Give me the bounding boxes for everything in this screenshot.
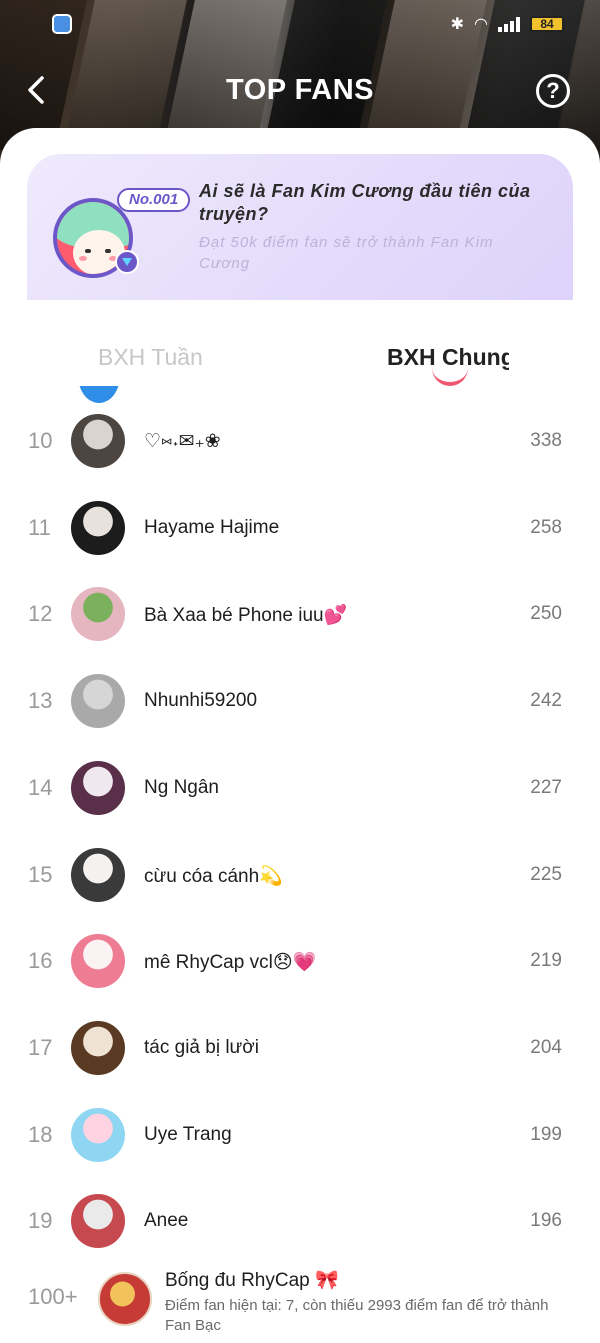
table-row[interactable]: 13 Nhunhi59200 242 <box>0 657 600 743</box>
rank-badge: No.001 <box>117 188 191 212</box>
top-app-bar: TOP FANS ? <box>0 60 600 124</box>
fan-score: 338 <box>530 430 562 451</box>
rank-number: 19 <box>28 1208 53 1234</box>
avatar[interactable] <box>71 587 125 642</box>
fan-score: 225 <box>530 863 562 885</box>
my-rank-bar: 100+ Bống đu RhyCap 🎀 Điểm fan hiện tại:… <box>0 1256 600 1343</box>
banner-headline: Ai sẽ là Fan Kim Cương đầu tiên của truy… <box>199 181 531 224</box>
rank-number: 14 <box>28 774 53 800</box>
fan-name: cừu cóa cánh💫 <box>144 865 283 887</box>
table-row[interactable]: 10 ♡⑅˖✉︎₊❀ 338 <box>0 397 600 483</box>
avatar[interactable] <box>71 674 125 729</box>
table-row[interactable]: 19 Anee 196 <box>0 1177 600 1256</box>
status-bar: ✱ ◠ 84 <box>0 0 600 54</box>
fan-name: tác giả bị lười <box>144 1036 259 1058</box>
avatar[interactable] <box>71 847 125 902</box>
fan-score: 199 <box>530 1123 562 1145</box>
my-progress-text: Điểm fan hiện tại: 7, còn thiếu 2993 điể… <box>165 1297 549 1334</box>
tab-weekly[interactable]: BXH Tuần <box>98 344 203 371</box>
bluetooth-icon: ✱ <box>450 16 465 33</box>
fan-score: 258 <box>530 516 562 538</box>
avatar[interactable] <box>71 1107 125 1162</box>
fan-name: Hayame Hajime <box>144 516 280 538</box>
ranking-tabs: BXH Tuần BXH Chung <box>0 328 600 388</box>
fan-name: ♡⑅˖✉︎₊❀ <box>144 431 221 452</box>
fan-name: Uye Trang <box>144 1123 232 1145</box>
table-row[interactable]: 17 tác giả bị lười 204 <box>0 1004 600 1090</box>
fan-score: 204 <box>530 1036 562 1058</box>
fan-name: Ng Ngân <box>144 776 219 798</box>
table-row[interactable]: 12 Bà Xaa bé Phone iuu💕 250 <box>0 570 600 656</box>
battery-icon: 84 <box>530 16 564 32</box>
content-sheet: No.001 Ai sẽ là Fan Kim Cương đầu tiên c… <box>0 128 600 1343</box>
avatar[interactable] <box>71 414 125 468</box>
active-tab-indicator <box>432 368 468 386</box>
table-row[interactable]: 16 mê RhyCap vcl😞💗 219 <box>0 917 600 1003</box>
table-row[interactable]: 11 Hayame Hajime 258 <box>0 484 600 570</box>
table-row[interactable]: 14 Ng Ngân 227 <box>0 744 600 830</box>
rank-number: 17 <box>28 1034 53 1060</box>
signal-icon <box>498 16 520 32</box>
rank-number: 12 <box>28 601 53 627</box>
banner-subtext: Đạt 50k điểm fan sẽ trở thành Fan Kim Cư… <box>199 234 494 272</box>
my-avatar[interactable] <box>98 1272 152 1326</box>
leaderboard-list[interactable]: 10 ♡⑅˖✉︎₊❀ 338 11 Hayame Hajime 258 12 Bà Xaa b… <box>0 386 600 1256</box>
avatar[interactable] <box>71 1194 125 1249</box>
fan-score: 242 <box>530 690 562 712</box>
rank-number: 10 <box>28 428 53 453</box>
fan-name: mê RhyCap vcl😞💗 <box>144 952 317 974</box>
fan-score: 196 <box>530 1210 562 1232</box>
app-notification-icon <box>52 14 72 34</box>
rank-number: 11 <box>28 514 51 540</box>
avatar[interactable] <box>71 1020 125 1075</box>
help-button[interactable]: ? <box>536 74 570 108</box>
fan-name: Anee <box>144 1210 189 1232</box>
diamond-icon <box>115 250 139 274</box>
page-title: TOP FANS <box>226 74 374 106</box>
rank-number: 13 <box>28 688 53 714</box>
fan-name: Bà Xaa bé Phone iuu💕 <box>144 605 348 627</box>
wifi-icon: ◠ <box>474 16 488 33</box>
my-rank-position: 100+ <box>28 1284 78 1309</box>
table-row[interactable]: 18 Uye Trang 199 <box>0 1091 600 1177</box>
diamond-fan-banner: No.001 Ai sẽ là Fan Kim Cương đầu tiên c… <box>27 154 573 300</box>
my-name: Bống đu RhyCap 🎀 <box>165 1270 339 1291</box>
avatar[interactable] <box>71 934 125 989</box>
fan-name: Nhunhi59200 <box>144 690 258 712</box>
avatar[interactable] <box>71 500 125 555</box>
table-row[interactable]: 15 cừu cóa cánh💫 225 <box>0 831 600 917</box>
fan-score: 250 <box>530 603 562 625</box>
tab-overall[interactable]: BXH Chung <box>387 344 509 371</box>
rank-number: 16 <box>28 948 53 974</box>
rank-number: 15 <box>28 861 53 887</box>
fan-score: 219 <box>530 950 562 972</box>
rank-number: 18 <box>28 1121 53 1147</box>
avatar[interactable] <box>71 760 125 815</box>
fan-score: 227 <box>530 776 562 798</box>
